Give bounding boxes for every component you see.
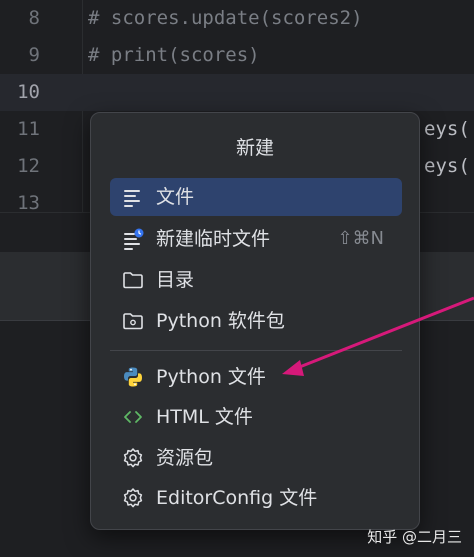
- code-text[interactable]: # print(scores): [88, 37, 260, 74]
- line-number: 8: [28, 7, 40, 29]
- menu-item-label: 目录: [156, 269, 195, 291]
- menu-separator: [110, 350, 402, 351]
- folder-icon: [123, 272, 143, 289]
- new-file-popup: 新建 文件 新建临时文件 ⇧⌘N 目录 Python 软件包 Python 文件…: [90, 112, 420, 530]
- code-text[interactable]: eys(: [424, 148, 470, 185]
- python-file-icon: [124, 367, 142, 387]
- menu-item-editorconfig-file[interactable]: EditorConfig 文件: [110, 479, 402, 517]
- menu-item-label: Python 软件包: [156, 310, 285, 332]
- menu-item-label: EditorConfig 文件: [156, 487, 318, 509]
- menu-item-label: Python 文件: [156, 366, 266, 388]
- code-text[interactable]: eys(: [424, 111, 470, 148]
- code-text[interactable]: # scores.update(scores2): [88, 0, 363, 37]
- line-number: 12: [17, 155, 40, 177]
- gear-icon: [123, 488, 143, 508]
- gear-icon: [123, 448, 143, 468]
- menu-item-label: HTML 文件: [156, 406, 253, 428]
- python-package-icon: [123, 313, 143, 330]
- scratch-file-icon: [124, 228, 144, 250]
- line-number: 11: [17, 118, 40, 140]
- line-number: 9: [28, 44, 40, 66]
- html-file-icon: [124, 411, 142, 423]
- menu-item-scratch-file[interactable]: 新建临时文件 ⇧⌘N: [110, 220, 402, 258]
- menu-item-label: 文件: [156, 186, 195, 208]
- menu-item-python-file[interactable]: Python 文件: [110, 358, 402, 396]
- watermark: 知乎 @二月三: [367, 528, 462, 546]
- menu-item-label: 新建临时文件: [156, 228, 271, 250]
- editor-line-current[interactable]: 10: [0, 74, 474, 111]
- text-file-icon: [124, 190, 140, 207]
- menu-item-html-file[interactable]: HTML 文件: [110, 398, 402, 436]
- editor-line[interactable]: 8 # scores.update(scores2): [0, 0, 474, 37]
- menu-item-label: 资源包: [156, 447, 214, 469]
- popup-title: 新建: [235, 137, 274, 159]
- menu-item-python-package[interactable]: Python 软件包: [110, 302, 402, 340]
- menu-item-file[interactable]: 文件: [110, 178, 402, 216]
- shortcut-hint: ⇧⌘N: [337, 228, 384, 249]
- line-number: 10: [17, 81, 40, 103]
- menu-item-resource-bundle[interactable]: 资源包: [110, 439, 402, 477]
- editor-line[interactable]: 9 # print(scores): [0, 37, 474, 74]
- menu-item-directory[interactable]: 目录: [110, 261, 402, 299]
